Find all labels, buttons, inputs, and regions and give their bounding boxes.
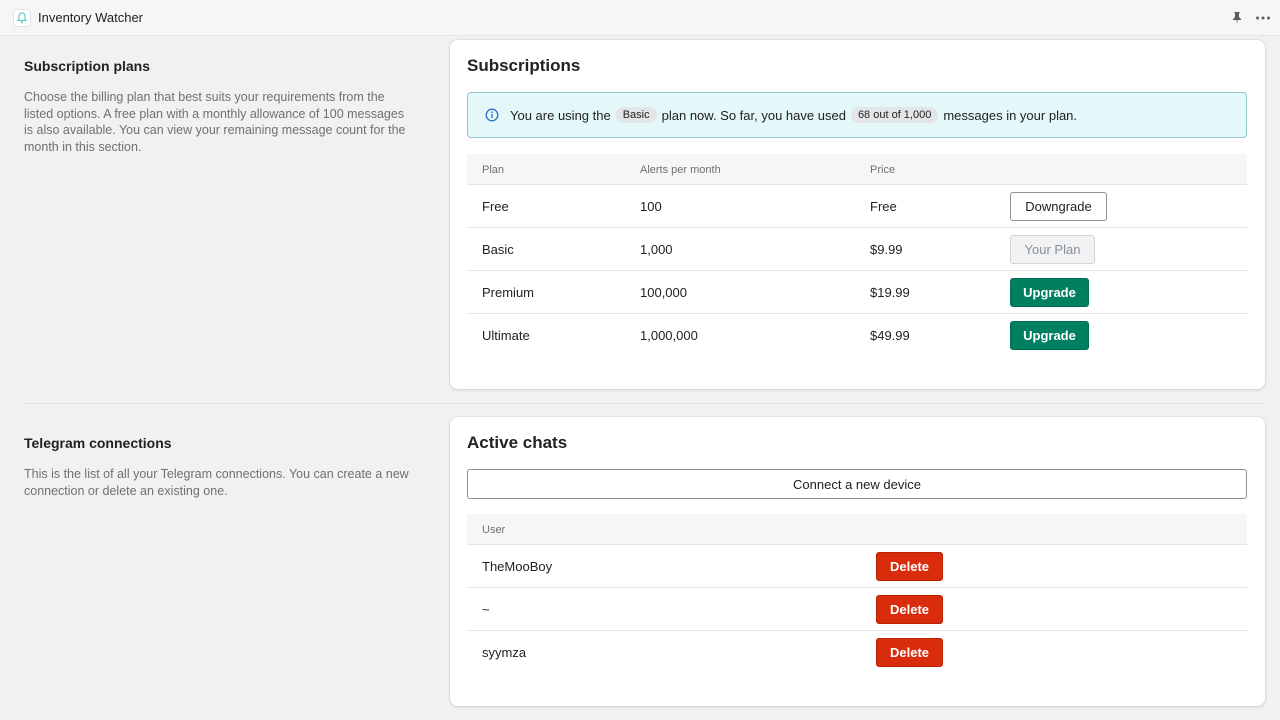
subscriptions-card: Subscriptions You are using the Basic pl… — [450, 40, 1265, 389]
chat-row: TheMooBoy Delete — [467, 545, 1247, 588]
title-bar: Inventory Watcher — [0, 0, 1280, 36]
chat-user: syymza — [482, 645, 527, 660]
plans-table: Plan Alerts per month Price Free 100 Fre… — [467, 154, 1247, 357]
upgrade-ultimate-button[interactable]: Upgrade — [1010, 321, 1089, 350]
usage-badge: 68 out of 1,000 — [850, 107, 939, 123]
plan-row-premium: Premium 100,000 $19.99 Upgrade — [467, 271, 1247, 314]
app-title: Inventory Watcher — [38, 10, 144, 25]
plan-name: Free — [482, 199, 509, 214]
your-plan-button: Your Plan — [1010, 235, 1095, 264]
chat-row: syymza Delete — [467, 631, 1247, 674]
banner-text-1: You are using the — [510, 107, 611, 123]
plan-alerts: 1,000 — [640, 242, 673, 257]
bell-icon — [13, 9, 31, 27]
current-plan-badge: Basic — [615, 107, 657, 123]
banner-text-2: plan now. So far, you have used — [661, 107, 846, 123]
pin-icon[interactable] — [1230, 11, 1244, 25]
delete-button[interactable]: Delete — [876, 552, 943, 581]
plan-row-basic: Basic 1,000 $9.99 Your Plan — [467, 228, 1247, 271]
plan-price: Free — [870, 199, 897, 214]
column-header-price: Price — [870, 164, 896, 176]
chats-table-header: User — [467, 514, 1247, 545]
subscription-plans-description: Choose the billing plan that best suits … — [24, 90, 406, 154]
plan-price: $49.99 — [870, 328, 910, 343]
upgrade-premium-button[interactable]: Upgrade — [1010, 278, 1089, 307]
downgrade-button[interactable]: Downgrade — [1010, 192, 1107, 221]
subscription-plans-heading: Subscription plans — [24, 58, 151, 74]
active-chats-title: Active chats — [467, 433, 568, 452]
chats-table: User TheMooBoy Delete ~ Delete syymza De… — [467, 514, 1247, 674]
info-icon — [485, 108, 499, 122]
column-header-plan: Plan — [482, 164, 505, 176]
telegram-connections-description: This is the list of all your Telegram co… — [24, 467, 409, 498]
more-options-icon[interactable] — [1255, 11, 1271, 25]
plans-table-header: Plan Alerts per month Price — [467, 154, 1247, 185]
delete-button[interactable]: Delete — [876, 638, 943, 667]
subscriptions-title: Subscriptions — [467, 56, 581, 75]
section-divider — [24, 403, 1264, 404]
connect-new-device-button[interactable]: Connect a new device — [467, 469, 1247, 499]
column-header-alerts: Alerts per month — [640, 164, 721, 176]
delete-button[interactable]: Delete — [876, 595, 943, 624]
column-header-user: User — [482, 524, 506, 536]
telegram-connections-heading: Telegram connections — [24, 435, 172, 451]
usage-banner: You are using the Basic plan now. So far… — [467, 92, 1247, 138]
plan-name: Basic — [482, 242, 514, 257]
plan-alerts: 1,000,000 — [640, 328, 698, 343]
plan-price: $9.99 — [870, 242, 903, 257]
plan-price: $19.99 — [870, 285, 910, 300]
chat-user: ~ — [482, 602, 490, 617]
chat-row: ~ Delete — [467, 588, 1247, 631]
banner-text-3: messages in your plan. — [943, 107, 1078, 123]
plan-alerts: 100 — [640, 199, 662, 214]
plan-alerts: 100,000 — [640, 285, 687, 300]
chat-user: TheMooBoy — [482, 559, 553, 574]
plan-name: Premium — [482, 285, 535, 300]
plan-row-ultimate: Ultimate 1,000,000 $49.99 Upgrade — [467, 314, 1247, 357]
plan-row-free: Free 100 Free Downgrade — [467, 185, 1247, 228]
plan-name: Ultimate — [482, 328, 530, 343]
active-chats-card: Active chats Connect a new device User T… — [450, 417, 1265, 706]
